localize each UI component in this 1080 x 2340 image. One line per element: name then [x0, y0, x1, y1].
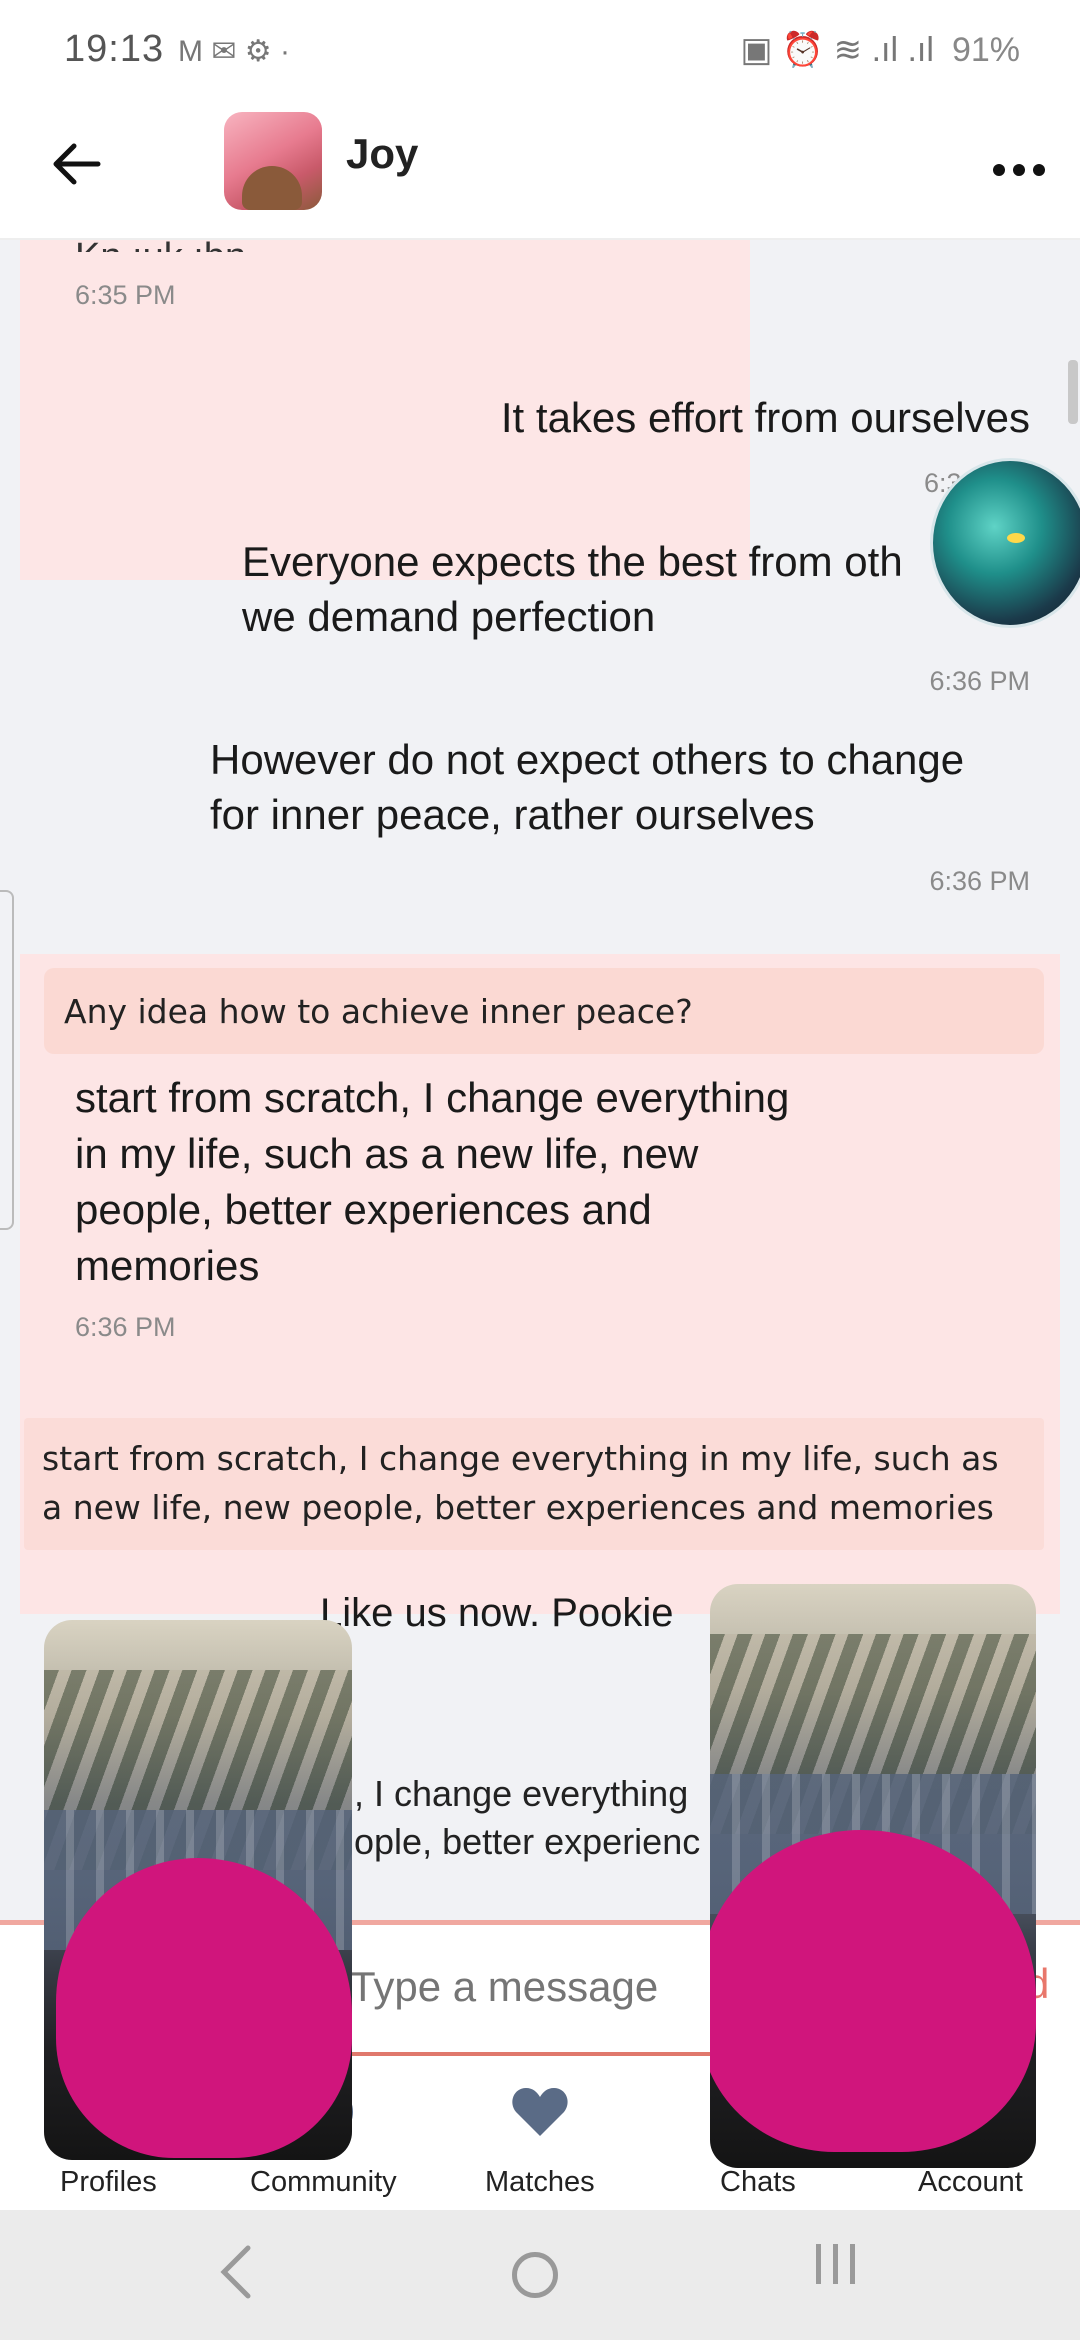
message-time: 6:36 PM: [929, 866, 1030, 896]
side-handle[interactable]: [0, 890, 14, 1230]
message-time: 6:36 PM: [75, 1312, 176, 1342]
nav-matches[interactable]: Matches: [470, 2070, 610, 2210]
system-navigation-bar: [0, 2210, 1080, 2340]
incoming-message-text: in my life, such as a new life, new: [75, 1130, 699, 1177]
ellipsis-icon: [993, 164, 1045, 176]
contact-name[interactable]: Joy: [346, 130, 418, 178]
partial-line: ople, better experienc: [354, 1821, 701, 1862]
local-video-preview[interactable]: [44, 1620, 352, 2160]
outgoing-message-text: for inner peace, rather ourselves: [210, 791, 815, 838]
back-chevron-icon[interactable]: [216, 2232, 256, 2318]
status-bar: 19:13 M ✉ ⚙ · ▣ ⏰ ≋ .ıl .ıl 91%: [0, 0, 1080, 100]
scrollbar-thumb[interactable]: [1068, 360, 1078, 424]
back-button[interactable]: [48, 128, 118, 198]
remote-video-preview[interactable]: [710, 1584, 1036, 2168]
quoted-line: start from scratch, I change everything …: [42, 1439, 999, 1478]
partial-quoted-message: , I change everything ople, better exper…: [354, 1770, 700, 1866]
heart-icon: [512, 2088, 568, 2136]
nav-label: Account: [918, 2166, 1023, 2198]
connectivity-icons: ▣ ⏰ ≋ .ıl .ıl: [740, 31, 934, 69]
home-circle-icon[interactable]: [512, 2252, 558, 2298]
outgoing-message-text: Like us now. Pookie: [320, 1591, 674, 1635]
arrow-left-icon: [53, 143, 101, 185]
quoted-message-text: Any idea how to achieve inner peace?: [64, 992, 693, 1031]
floating-chat-head-avatar[interactable]: [930, 458, 1080, 628]
incoming-message-text: start from scratch, I change everything: [75, 1074, 790, 1121]
chat-header: Joy: [0, 100, 1080, 240]
outgoing-message-text: Everyone expects the best from oth: [242, 538, 903, 585]
nav-label: Profiles: [60, 2166, 157, 2198]
quoted-line: a new life, new people, better experienc…: [42, 1488, 994, 1527]
partial-line: , I change everything: [354, 1773, 689, 1814]
quoted-message-text: start from scratch, I change everything …: [42, 1434, 1052, 1532]
avatar-eye: [1007, 533, 1025, 543]
message-time: 6:35 PM: [75, 280, 176, 310]
contact-avatar[interactable]: [224, 112, 322, 210]
outgoing-message-text: It takes effort from ourselves: [500, 394, 1030, 441]
outgoing-message-text: we demand perfection: [242, 593, 656, 640]
incoming-message-text: memories: [75, 1242, 260, 1289]
battery-level: 91%: [951, 30, 1020, 69]
notification-icons: M ✉ ⚙ ·: [178, 35, 291, 68]
anime-avatar-icon: [242, 166, 302, 210]
nav-label: Community: [250, 2166, 397, 2198]
more-options-button[interactable]: [992, 130, 1046, 190]
outgoing-message-text: However do not expect others to change: [210, 736, 965, 783]
system-status-icons: ▣ ⏰ ≋ .ıl .ıl 91%: [740, 30, 1020, 70]
incoming-message-text: people, better experiences and: [75, 1186, 652, 1233]
nav-label: Chats: [720, 2166, 796, 2198]
status-time: 19:13: [64, 28, 165, 70]
message-time: 6:36 PM: [929, 666, 1030, 696]
message-text: Kn ıuk ıbn: [75, 240, 246, 252]
nav-label: Matches: [485, 2166, 595, 2198]
recents-icon[interactable]: [812, 2240, 860, 2301]
